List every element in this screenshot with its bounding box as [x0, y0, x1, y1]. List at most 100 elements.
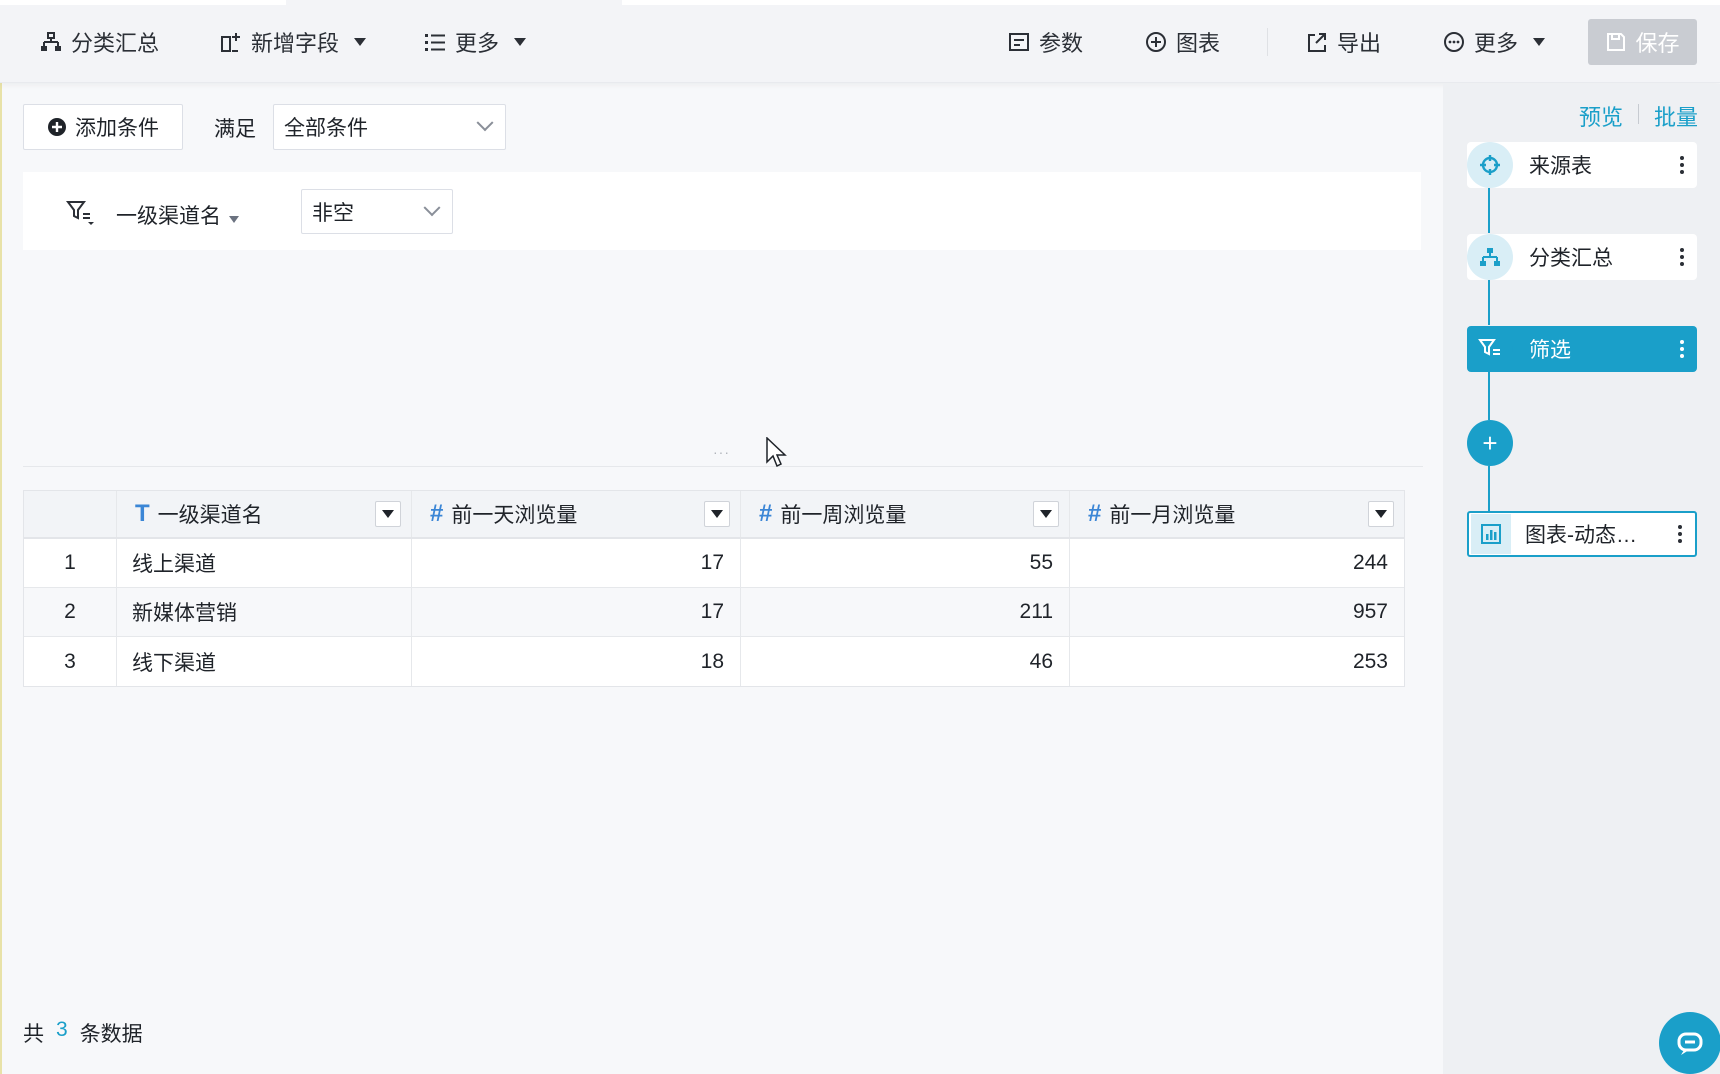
step-source-table[interactable]: 来源表 [1467, 142, 1697, 188]
table-row[interactable]: 3 线下渠道 18 46 253 [24, 637, 1404, 686]
record-count-suffix: 条数据 [79, 1023, 143, 1046]
plus-circle-icon [1146, 32, 1166, 52]
table-cell[interactable]: 线上渠道 [117, 539, 412, 587]
filter-operator-select[interactable]: 非空 [301, 189, 453, 234]
table-cell[interactable]: 55 [741, 539, 1070, 587]
table-cell[interactable]: 17 [412, 588, 741, 636]
table-cell[interactable]: 17 [412, 539, 741, 587]
tab-indicator [0, 0, 286, 5]
table-cell[interactable]: 新媒体营销 [117, 588, 412, 636]
filter-field-selector[interactable]: 一级渠道名 [116, 200, 239, 230]
table-row[interactable]: 2 新媒体营销 17 211 957 [24, 588, 1404, 637]
column-header[interactable]: # 前一月浏览量 [1070, 491, 1404, 537]
toolbar-divider [1267, 28, 1268, 56]
number-type-icon: # [1088, 500, 1102, 527]
tab-indicator [622, 0, 1720, 5]
link-divider [1638, 104, 1639, 124]
column-menu-button[interactable] [375, 501, 401, 527]
satisfy-value: 全部条件 [284, 117, 368, 140]
resize-handle[interactable]: ··· [713, 444, 730, 460]
caret-down-icon [1375, 510, 1387, 518]
column-title: 前一天浏览量 [451, 504, 578, 527]
panel-divider [23, 466, 1423, 467]
kebab-menu-icon[interactable] [1667, 340, 1697, 358]
toolbar: 分类汇总 新增字段 更多 参数 图表 导出 更多 保存 [0, 0, 1720, 83]
record-count: 共 3 条数据 [23, 1018, 143, 1048]
window-edge [0, 0, 2, 1074]
export-icon [1308, 33, 1326, 52]
satisfy-select[interactable]: 全部条件 [273, 104, 506, 150]
column-header[interactable]: # 前一天浏览量 [412, 491, 741, 537]
params-button[interactable]: 参数 [1008, 22, 1083, 62]
group-summary-icon [1467, 234, 1513, 280]
step-connector [1488, 466, 1490, 511]
table-cell[interactable]: 253 [1070, 637, 1404, 686]
step-connector [1488, 280, 1490, 325]
step-group-summary[interactable]: 分类汇总 [1467, 234, 1697, 280]
table-cell[interactable]: 46 [741, 637, 1070, 686]
text-type-icon: T [135, 500, 150, 527]
row-index: 2 [24, 588, 117, 636]
step-connector [1488, 372, 1490, 420]
group-summary-button[interactable]: 分类汇总 [40, 22, 159, 62]
caret-down-icon [354, 38, 367, 46]
filter-icon[interactable] [66, 200, 96, 226]
step-label: 筛选 [1529, 339, 1571, 362]
save-button[interactable]: 保存 [1588, 19, 1697, 65]
step-label: 分类汇总 [1529, 247, 1613, 270]
filter-icon [1467, 326, 1513, 372]
params-icon [1009, 33, 1029, 51]
chat-support-button[interactable] [1659, 1012, 1720, 1074]
filter-field-name: 一级渠道名 [116, 205, 221, 228]
export-label: 导出 [1337, 31, 1382, 56]
mouse-pointer-icon [766, 437, 787, 468]
caret-down-icon [382, 510, 394, 518]
step-filter[interactable]: 筛选 [1467, 326, 1697, 372]
table-cell[interactable]: 18 [412, 637, 741, 686]
column-header[interactable]: T 一级渠道名 [117, 491, 412, 537]
source-icon [1467, 142, 1513, 188]
add-condition-button[interactable]: 添加条件 [23, 104, 183, 150]
column-header[interactable]: # 前一周浏览量 [741, 491, 1070, 537]
steps-panel [1443, 84, 1720, 1074]
add-step-button[interactable]: + [1467, 420, 1513, 466]
preview-link[interactable]: 预览 [1579, 100, 1623, 132]
kebab-menu-icon[interactable] [1665, 525, 1695, 543]
kebab-menu-icon[interactable] [1667, 156, 1697, 174]
chat-icon [1677, 1032, 1703, 1055]
filter-operator-value: 非空 [312, 201, 354, 225]
export-button[interactable]: 导出 [1306, 22, 1381, 62]
row-index: 3 [24, 637, 117, 686]
chart-label: 图表 [1176, 31, 1221, 56]
number-type-icon: # [430, 500, 444, 527]
table-cell[interactable]: 线下渠道 [117, 637, 412, 686]
column-menu-button[interactable] [1033, 501, 1059, 527]
plus-circle-filled-icon [48, 118, 66, 136]
more-right-button[interactable]: 更多 [1443, 22, 1546, 62]
column-menu-button[interactable] [1368, 501, 1394, 527]
chevron-down-icon [423, 198, 441, 216]
table-row[interactable]: 1 线上渠道 17 55 244 [24, 539, 1404, 588]
index-header [24, 491, 117, 537]
column-title: 一级渠道名 [157, 504, 263, 527]
chart-button[interactable]: 图表 [1145, 22, 1220, 62]
table-cell[interactable]: 211 [741, 588, 1070, 636]
save-label: 保存 [1635, 31, 1680, 56]
add-field-button[interactable]: 新增字段 [220, 22, 367, 62]
batch-link[interactable]: 批量 [1654, 100, 1698, 132]
caret-down-icon [711, 510, 723, 518]
group-summary-icon [41, 32, 61, 51]
more-left-button[interactable]: 更多 [424, 22, 527, 62]
step-chart[interactable]: 图表-动态… [1467, 511, 1697, 557]
kebab-menu-icon[interactable] [1667, 248, 1697, 266]
satisfy-label: 满足 [214, 118, 256, 141]
step-connector [1488, 188, 1490, 233]
step-label: 来源表 [1529, 155, 1592, 178]
table-header: T 一级渠道名 # 前一天浏览量 # 前一周浏览量 # 前一月浏览量 [24, 491, 1404, 539]
add-field-icon [221, 33, 240, 52]
table-cell[interactable]: 957 [1070, 588, 1404, 636]
table-cell[interactable]: 244 [1070, 539, 1404, 587]
group-summary-label: 分类汇总 [71, 31, 160, 56]
column-menu-button[interactable] [704, 501, 730, 527]
column-title: 前一月浏览量 [1109, 504, 1236, 527]
